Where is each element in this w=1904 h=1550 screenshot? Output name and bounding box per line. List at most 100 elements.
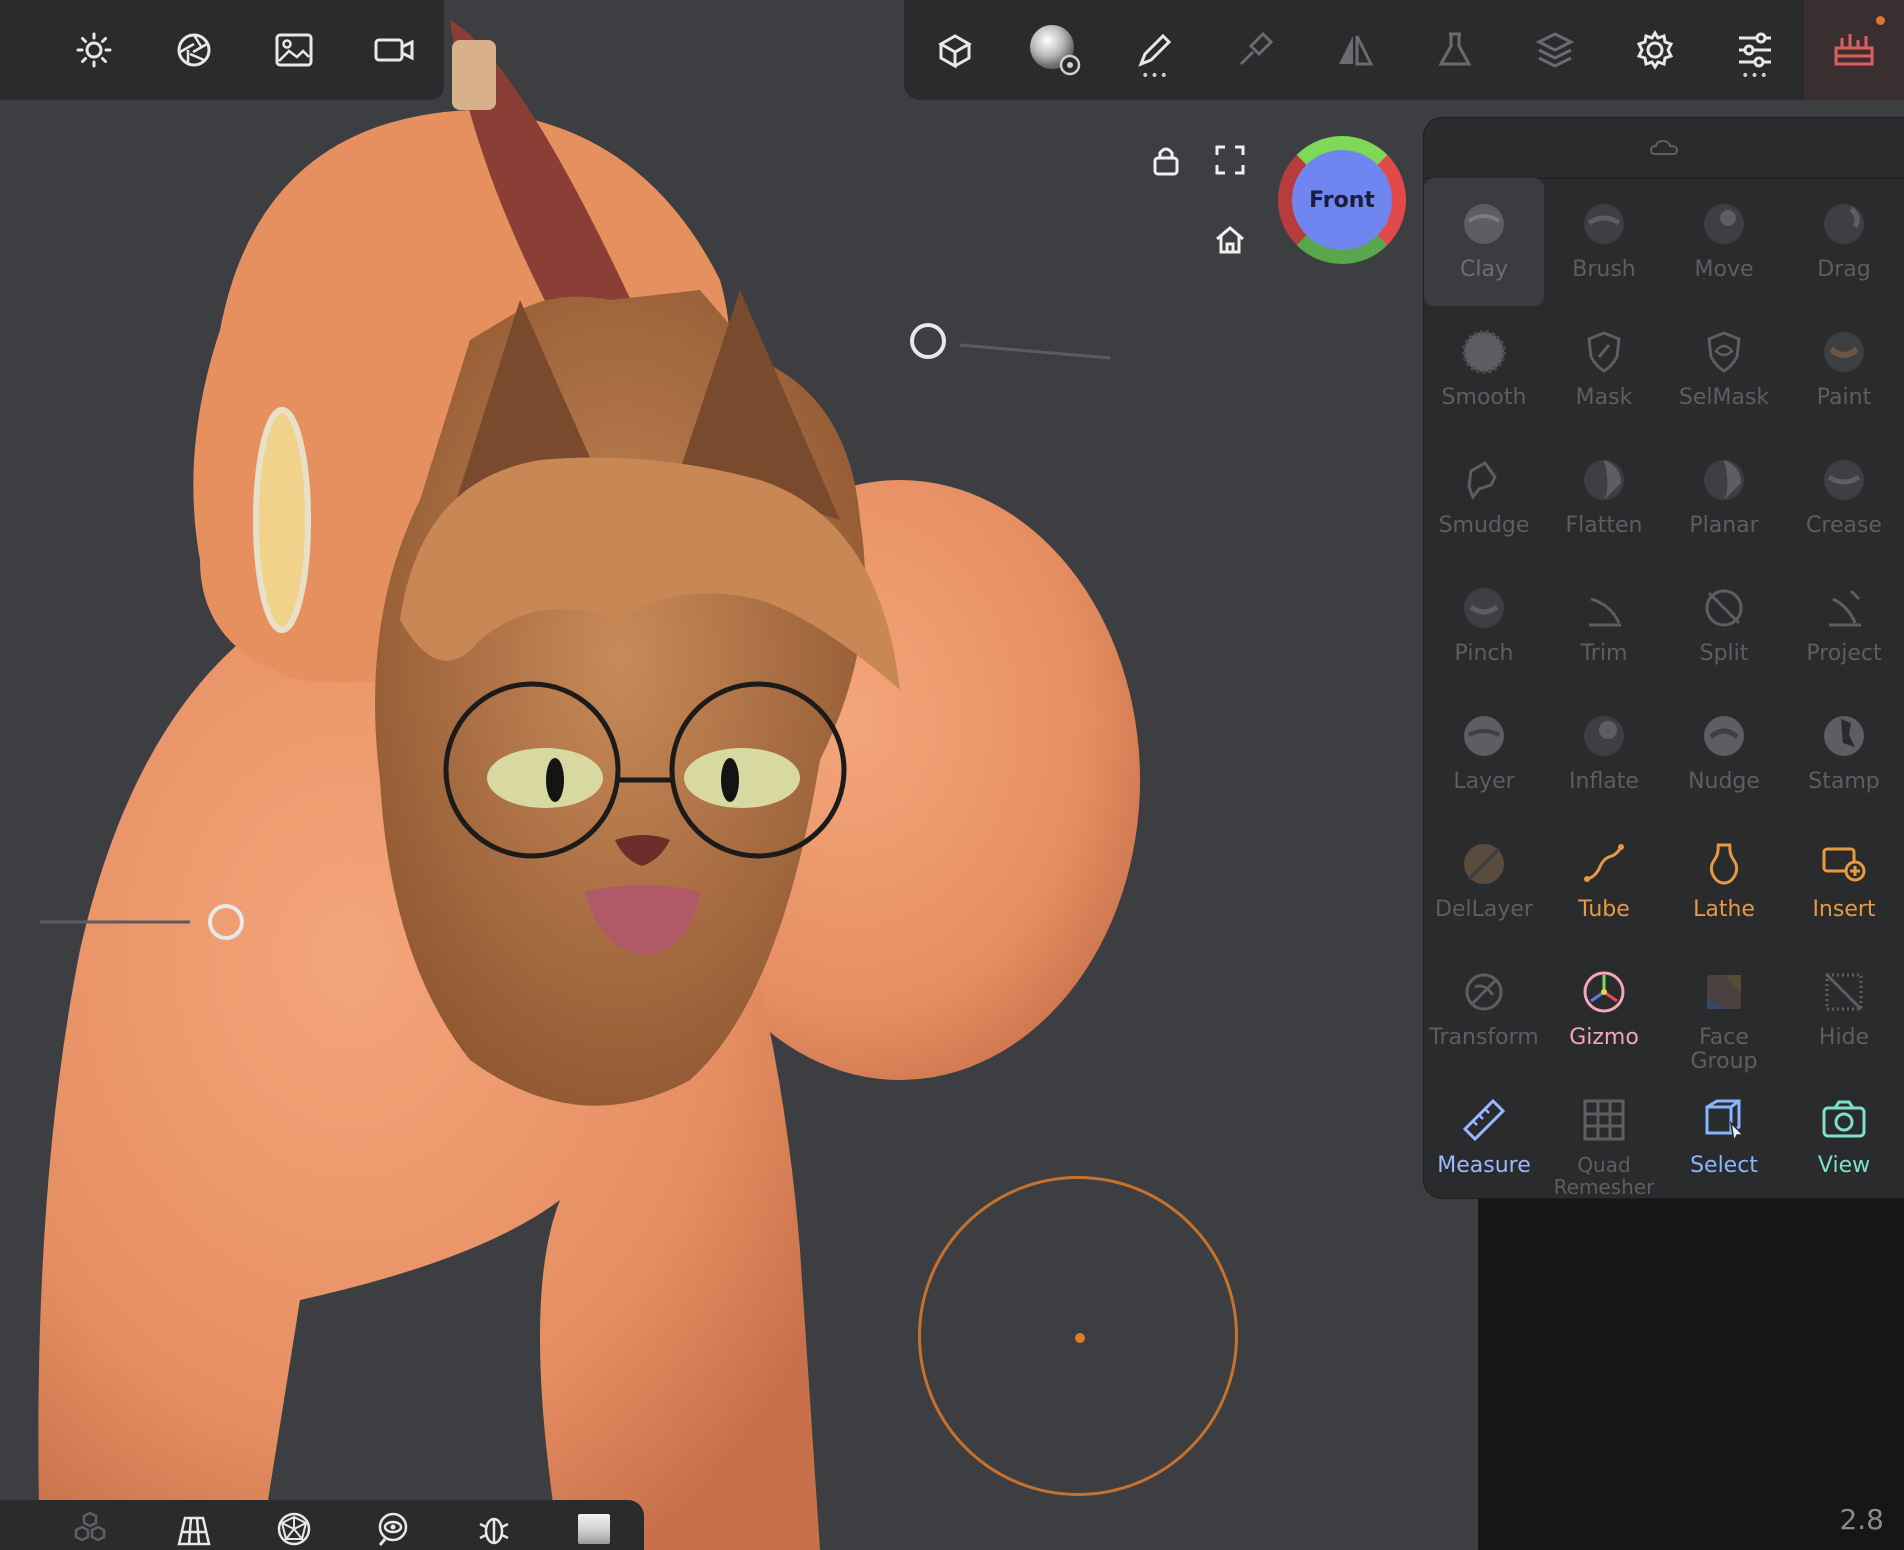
insert-icon — [1816, 836, 1872, 892]
tool-trim[interactable]: Trim — [1544, 562, 1664, 690]
tool-paint[interactable]: Paint — [1784, 306, 1904, 434]
sphere-wire-icon[interactable] — [272, 1508, 316, 1550]
eye-icon[interactable] — [372, 1508, 416, 1550]
tool-selmask[interactable]: SelMask — [1664, 306, 1784, 434]
tools-panel: Clay Brush Move Drag Smooth Mask SelMask Paint S… — [1424, 118, 1904, 1198]
tool-label: Project — [1806, 641, 1882, 666]
panel-handle[interactable] — [1424, 118, 1904, 179]
tool-crease[interactable]: Crease — [1784, 434, 1904, 562]
smooth-icon — [1456, 324, 1512, 380]
settings-gear-icon[interactable] — [1626, 22, 1684, 78]
wireframe-grid-icon[interactable] — [172, 1508, 216, 1550]
tool-label: Move — [1694, 257, 1754, 282]
tool-move[interactable]: Move — [1664, 178, 1784, 306]
gizmo-icon — [1576, 964, 1632, 1020]
clay-icon — [1456, 196, 1512, 252]
tool-stamp[interactable]: Stamp — [1784, 690, 1904, 818]
tool-label: Gizmo — [1569, 1025, 1639, 1050]
view-cube[interactable]: Front — [1278, 136, 1406, 264]
quad-remesher-icon — [1576, 1092, 1632, 1148]
measure-icon — [1456, 1092, 1512, 1148]
tool-label: Transform — [1429, 1025, 1539, 1050]
scene-box-icon[interactable] — [926, 22, 984, 78]
tool-clay[interactable]: Clay — [1424, 178, 1544, 306]
tool-pinch[interactable]: Pinch — [1424, 562, 1544, 690]
tool-label: Planar — [1689, 513, 1759, 538]
flatten-icon — [1576, 452, 1632, 508]
aperture-icon[interactable] — [168, 24, 220, 76]
brush-pen-icon[interactable]: ••• — [1126, 22, 1184, 84]
tool-label: Measure — [1437, 1153, 1531, 1178]
tools-icon — [1826, 24, 1882, 76]
transform-icon — [1456, 964, 1512, 1020]
dellayer-icon — [1456, 836, 1512, 892]
symmetry-icon[interactable] — [1326, 22, 1384, 78]
tool-nudge[interactable]: Nudge — [1664, 690, 1784, 818]
tool-label: Stamp — [1808, 769, 1880, 794]
home-icon[interactable] — [1210, 220, 1250, 260]
bottom-toolbar — [0, 1500, 644, 1550]
tool-label: Face Group — [1690, 1025, 1758, 1074]
bug-icon[interactable] — [472, 1508, 516, 1550]
view-icon — [1816, 1092, 1872, 1148]
material-sphere-icon[interactable] — [1026, 22, 1084, 78]
tool-quad-remesher[interactable]: Quad Remesher — [1544, 1074, 1664, 1202]
horn-ring-shape — [452, 40, 496, 110]
tool-select[interactable]: Select — [1664, 1074, 1784, 1202]
tool-label: Hide — [1818, 1025, 1870, 1050]
tool-flatten[interactable]: Flatten — [1544, 434, 1664, 562]
tool-smooth[interactable]: Smooth — [1424, 306, 1544, 434]
project-icon — [1816, 580, 1872, 636]
shading-box-icon[interactable] — [572, 1508, 616, 1550]
lock-icon[interactable] — [1146, 140, 1186, 180]
tool-split[interactable]: Split — [1664, 562, 1784, 690]
tool-inflate[interactable]: Inflate — [1544, 690, 1664, 818]
tool-view[interactable]: View — [1784, 1074, 1904, 1202]
inflate-icon — [1576, 708, 1632, 764]
image-icon[interactable] — [268, 24, 320, 76]
tool-label: Layer — [1453, 769, 1515, 794]
tool-insert[interactable]: Insert — [1784, 818, 1904, 946]
tool-transform[interactable]: Transform — [1424, 946, 1544, 1074]
tool-label: Split — [1699, 641, 1749, 666]
nudge-icon — [1696, 708, 1752, 764]
tool-smudge[interactable]: Smudge — [1424, 434, 1544, 562]
tool-mask[interactable]: Mask — [1544, 306, 1664, 434]
left-pupil-shape — [546, 758, 564, 802]
cloud-icon — [1649, 139, 1679, 155]
tool-tube[interactable]: Tube — [1544, 818, 1664, 946]
right-empty-area: 2.8 — [1478, 1190, 1904, 1550]
select-icon — [1696, 1092, 1752, 1148]
video-camera-icon[interactable] — [368, 24, 420, 76]
tool-dellayer[interactable]: DelLayer — [1424, 818, 1544, 946]
fullscreen-icon[interactable] — [1210, 140, 1250, 180]
tool-lathe[interactable]: Lathe — [1664, 818, 1784, 946]
tool-label: Trim — [1580, 641, 1628, 666]
sliders-icon[interactable]: ••• — [1726, 22, 1784, 84]
flask-icon[interactable] — [1426, 22, 1484, 78]
layers-icon[interactable] — [1526, 22, 1584, 78]
sun-icon[interactable] — [68, 24, 120, 76]
move-icon — [1696, 196, 1752, 252]
tool-label: Drag — [1817, 257, 1871, 282]
tool-drag[interactable]: Drag — [1784, 178, 1904, 306]
paint-icon — [1816, 324, 1872, 380]
tools-tab-active[interactable] — [1804, 0, 1904, 100]
tool-face-group[interactable]: Face Group — [1664, 946, 1784, 1074]
top-left-toolbar — [0, 0, 444, 100]
right-eye-shape — [684, 748, 800, 808]
tool-measure[interactable]: Measure — [1424, 1074, 1544, 1202]
tool-planar[interactable]: Planar — [1664, 434, 1784, 562]
planar-icon — [1696, 452, 1752, 508]
pinch-icon — [1456, 580, 1512, 636]
cubes-icon[interactable] — [68, 1508, 112, 1550]
tool-gizmo[interactable]: Gizmo — [1544, 946, 1664, 1074]
tool-layer[interactable]: Layer — [1424, 690, 1544, 818]
top-right-toolbar: ••• ••• — [904, 0, 1904, 100]
painting-icon[interactable] — [1226, 22, 1284, 78]
tool-hide[interactable]: Hide — [1784, 946, 1904, 1074]
tool-project[interactable]: Project — [1784, 562, 1904, 690]
tool-label: Smudge — [1438, 513, 1530, 538]
tool-brush[interactable]: Brush — [1544, 178, 1664, 306]
face-group-icon — [1696, 964, 1752, 1020]
